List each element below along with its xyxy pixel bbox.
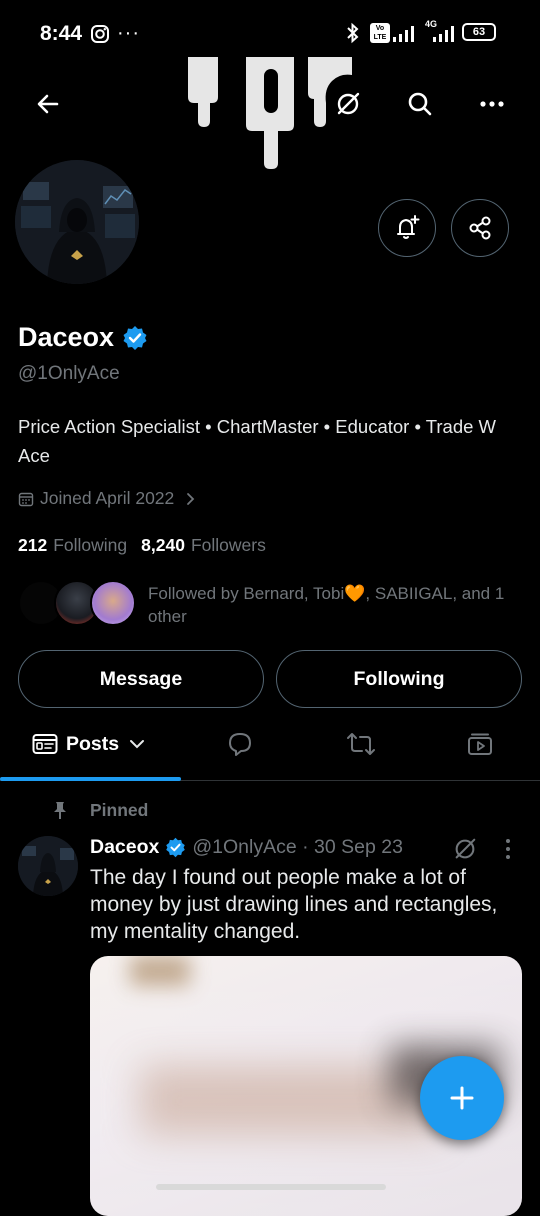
post-more-button[interactable]	[504, 838, 512, 860]
follower-avatar-3	[90, 580, 136, 626]
post-author-avatar[interactable]	[18, 836, 78, 896]
back-button[interactable]	[26, 82, 70, 126]
share-button[interactable]	[451, 199, 509, 257]
bell-plus-icon	[397, 215, 420, 239]
more-vertical-icon	[506, 839, 510, 859]
battery-icon: 63	[462, 23, 496, 41]
more-icon	[480, 101, 504, 107]
followers-you-know-avatars[interactable]	[18, 580, 138, 628]
following-link[interactable]: 212 Following	[18, 535, 127, 556]
posts-icon	[32, 734, 58, 754]
grok-button[interactable]	[326, 82, 370, 126]
tab-replies[interactable]	[226, 730, 254, 758]
tab-posts[interactable]: Posts	[32, 732, 145, 756]
home-indicator[interactable]	[156, 1184, 386, 1190]
post-text: The day I found out people make a lot of…	[90, 866, 498, 943]
followers-label: Followers	[190, 535, 266, 555]
following-label: Following	[53, 535, 128, 555]
tab-reposts[interactable]	[345, 730, 377, 758]
verified-badge-icon	[166, 837, 186, 858]
profile-name: Daceox	[18, 322, 148, 353]
follow-stats: 212 Following 8,240 Followers	[18, 535, 266, 556]
profile-tabs: Posts	[0, 718, 540, 780]
chevron-right-icon[interactable]	[184, 492, 198, 506]
joined-date: Joined April 2022	[18, 488, 198, 509]
following-button[interactable]: Following	[276, 650, 522, 708]
pin-icon	[50, 800, 70, 820]
active-tab-indicator	[0, 777, 181, 781]
media-icon	[468, 733, 492, 755]
signal-icon-1	[393, 24, 419, 42]
profile-bio: Price Action Specialist • ChartMaster • …	[18, 416, 497, 466]
post-grok-button[interactable]	[452, 836, 478, 862]
status-bar: 8:44 ··· Vo LTE 4G 63	[0, 0, 540, 62]
followers-count: 8,240	[141, 535, 185, 555]
signal-icon-2	[425, 24, 459, 42]
bluetooth-icon	[344, 22, 362, 44]
followers-link[interactable]: 8,240 Followers	[141, 535, 266, 556]
share-icon	[469, 216, 491, 240]
volte-icon: Vo LTE	[370, 23, 390, 43]
search-icon	[408, 92, 432, 116]
grok-icon	[455, 838, 476, 859]
plus-icon	[450, 1086, 474, 1110]
instagram-icon	[90, 24, 110, 44]
following-count: 212	[18, 535, 48, 555]
calendar-icon	[18, 492, 34, 506]
arrow-left-icon	[37, 94, 59, 114]
post-author-name[interactable]: Daceox	[90, 836, 159, 859]
repost-icon	[347, 733, 375, 755]
chevron-down-icon	[130, 740, 145, 749]
message-button[interactable]: Message	[18, 650, 264, 708]
followed-by-text[interactable]: Followed by Bernard, Tobi🧡, SABIIGAL, an…	[148, 582, 523, 628]
tab-posts-label: Posts	[66, 732, 120, 755]
status-time: 8:44	[40, 22, 83, 45]
pinned-label: Pinned	[90, 800, 149, 820]
compose-post-button[interactable]	[420, 1056, 504, 1140]
tab-media[interactable]	[466, 730, 494, 758]
post-meta: @1OnlyAce · 30 Sep 23	[192, 836, 403, 858]
grok-icon	[337, 92, 360, 115]
profile-name-text: Daceox	[18, 322, 115, 352]
notifications-button[interactable]	[378, 199, 436, 257]
profile-handle: @1OnlyAce	[18, 363, 120, 384]
verified-badge-icon	[123, 325, 147, 350]
reply-icon	[229, 733, 251, 756]
post-header: Daceox @1OnlyAce · 30 Sep 23	[90, 836, 403, 859]
profile-avatar[interactable]	[15, 160, 139, 284]
overflow-dots-icon: ···	[117, 22, 140, 44]
more-options-button[interactable]	[470, 82, 514, 126]
search-button[interactable]	[398, 82, 442, 126]
joined-text: Joined April 2022	[40, 488, 175, 508]
